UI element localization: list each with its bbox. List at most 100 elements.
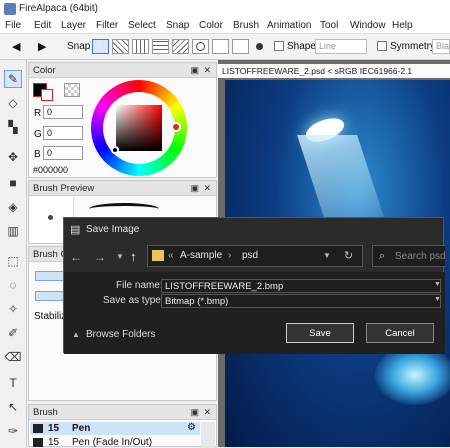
brush-thumb-icon [33, 424, 43, 433]
brush-size: 15 [48, 423, 60, 434]
snap-crisscross-button[interactable] [132, 39, 149, 54]
close-icon[interactable]: ✕ [203, 407, 211, 418]
snap-edit-button[interactable] [232, 39, 249, 54]
sv-picker-handle[interactable] [111, 146, 119, 154]
breadcrumb-a-sample[interactable]: A-sample [180, 250, 222, 261]
circle-icon [196, 42, 205, 51]
refresh-icon[interactable]: ↻ [344, 249, 353, 262]
menu-snap[interactable]: Snap [166, 20, 189, 31]
close-icon[interactable]: ✕ [203, 183, 211, 194]
dot-tool-icon[interactable]: ▚ [4, 118, 22, 136]
hue-ring[interactable] [91, 80, 187, 176]
pen-tool-icon[interactable]: ✎ [4, 70, 22, 88]
menu-filter[interactable]: Filter [96, 20, 118, 31]
brush-list-header: Brush ▣ ✕ [29, 405, 216, 420]
brush-name: Pen [72, 423, 91, 434]
hue-picker-handle[interactable] [171, 122, 181, 132]
undock-icon[interactable]: ▣ [190, 65, 199, 76]
eyedropper-tool-icon[interactable]: ✑ [4, 422, 22, 440]
document-tab[interactable]: LISTOFFREEWARE_2.psd < sRGB IEC61966-2.1 [218, 64, 450, 78]
close-icon[interactable]: ✕ [203, 65, 211, 76]
text-tool-icon[interactable]: T [4, 374, 22, 392]
prev-icon[interactable]: ◀ [12, 40, 20, 53]
symmetry-select[interactable]: Bla [432, 39, 450, 54]
address-bar[interactable]: « A-sample › psd ▼ ↻ [147, 245, 363, 267]
browse-folders-toggle[interactable]: Browse Folders [86, 329, 155, 340]
transparent-swatch[interactable] [64, 83, 80, 97]
brush-name: Pen (Fade In/Out) [72, 437, 153, 448]
magic-wand-tool-icon[interactable]: ✧ [4, 300, 22, 318]
symmetry-checkbox[interactable] [377, 41, 387, 51]
chevron-down-icon[interactable]: ▼ [323, 251, 331, 260]
brush-list-item[interactable]: 15 Pen ⚙ [30, 422, 200, 435]
snap-parallel-button[interactable] [112, 39, 129, 54]
undock-icon[interactable]: ▣ [190, 407, 199, 418]
filename-label: File name: [116, 280, 163, 291]
dot-icon[interactable] [256, 43, 263, 50]
snap-curve-button[interactable] [212, 39, 229, 54]
next-icon[interactable]: ▶ [38, 40, 46, 53]
select-eraser-tool-icon[interactable]: ⌫ [4, 348, 22, 366]
gear-icon[interactable]: ⚙ [187, 422, 196, 433]
brush-list-item[interactable]: 15 Pen (Fade In/Out) [30, 436, 200, 448]
shape-checkbox[interactable] [274, 41, 284, 51]
menu-window[interactable]: Window [350, 20, 386, 31]
r-input[interactable]: 0 [43, 105, 83, 119]
secondary-color-swatch[interactable] [41, 89, 53, 101]
shape-select[interactable]: Line [315, 39, 367, 54]
snap-label: Snap [67, 41, 91, 52]
move-tool-icon[interactable]: ✥ [4, 148, 22, 166]
save-image-dialog: ▤ Save Image ← → ▼ ↑ « A-sample › psd ▼ … [63, 217, 445, 354]
fill-tool-icon[interactable]: ■ [4, 174, 22, 192]
forward-icon[interactable]: → [94, 250, 106, 264]
cancel-button[interactable]: Cancel [366, 323, 434, 343]
filename-input[interactable]: LISTOFFREEWARE_2.bmp [161, 279, 441, 293]
scrollbar[interactable] [201, 422, 215, 448]
menu-color[interactable]: Color [199, 20, 223, 31]
hex-value: #000000 [33, 165, 69, 175]
brush-dot-icon [48, 215, 53, 220]
save-button[interactable]: Save [286, 323, 354, 343]
g-input[interactable]: 0 [43, 126, 83, 140]
gradient-tool-icon[interactable]: ▥ [4, 222, 22, 240]
snap-off-button[interactable] [92, 39, 109, 54]
snap-radial-button[interactable] [172, 39, 189, 54]
eraser-tool-icon[interactable]: ◇ [4, 94, 22, 112]
saturation-square[interactable] [116, 105, 162, 151]
breadcrumb-psd[interactable]: psd [242, 250, 258, 261]
menu-layer[interactable]: Layer [61, 20, 86, 31]
menu-select[interactable]: Select [128, 20, 156, 31]
operation-tool-icon[interactable]: ↖ [4, 398, 22, 416]
chevron-down-icon[interactable]: ▼ [434, 281, 441, 288]
g-label: G [34, 129, 42, 140]
lasso-tool-icon[interactable]: ◌ [4, 276, 22, 294]
shape-label: Shape [287, 41, 316, 52]
menu-edit[interactable]: Edit [34, 20, 51, 31]
menu-help[interactable]: Help [392, 20, 413, 31]
dialog-title: Save Image [86, 224, 140, 235]
breadcrumb-separator: › [228, 250, 232, 261]
menu-animation[interactable]: Animation [267, 20, 311, 31]
snap-circle-button[interactable] [192, 39, 209, 54]
chevron-up-icon[interactable]: ▲ [72, 330, 80, 339]
undock-icon[interactable]: ▣ [190, 183, 199, 194]
menu-tool[interactable]: Tool [320, 20, 338, 31]
b-input[interactable]: 0 [43, 146, 83, 160]
search-input[interactable]: Search psd [395, 251, 445, 262]
back-icon[interactable]: ← [70, 250, 82, 264]
select-pen-tool-icon[interactable]: ✐ [4, 324, 22, 342]
stage-light [375, 345, 450, 405]
snap-vanishing-button[interactable] [152, 39, 169, 54]
bucket-tool-icon[interactable]: ◈ [4, 198, 22, 216]
breadcrumb-overflow[interactable]: « [168, 250, 174, 261]
save-type-select[interactable]: Bitmap (*.bmp) [161, 294, 441, 308]
up-icon[interactable]: ↑ [130, 249, 137, 264]
brush-size: 15 [48, 437, 60, 448]
chevron-down-icon[interactable]: ▼ [434, 296, 441, 303]
chevron-down-icon[interactable]: ▼ [116, 252, 124, 261]
menu-file[interactable]: File [5, 20, 21, 31]
menu-brush[interactable]: Brush [233, 20, 259, 31]
search-box[interactable]: ⌕ Search psd [372, 245, 445, 267]
select-tool-icon[interactable]: ⬚ [4, 252, 22, 270]
symmetry-label: Symmetry [390, 41, 435, 52]
